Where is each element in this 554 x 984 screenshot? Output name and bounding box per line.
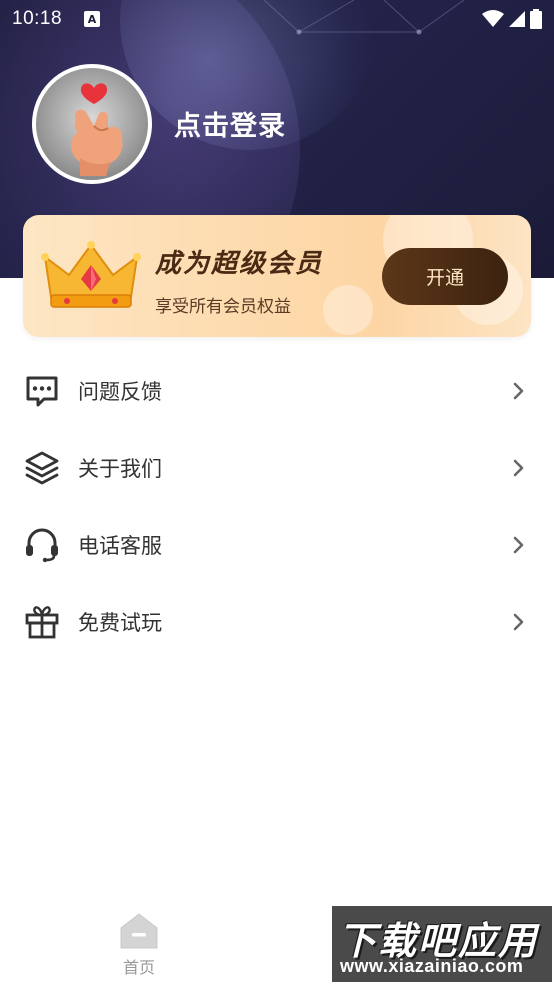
menu-item-label: 关于我们 bbox=[78, 456, 162, 481]
chevron-right-icon bbox=[513, 536, 524, 553]
wifi-icon bbox=[482, 10, 504, 27]
watermark-url: www.xiazainiao.com bbox=[340, 956, 524, 976]
menu-item-label: 问题反馈 bbox=[78, 379, 162, 404]
chevron-right-icon bbox=[513, 382, 524, 399]
nav-tab-home-label: 首页 bbox=[122, 958, 155, 977]
battery-icon bbox=[530, 9, 542, 29]
menu-item-feedback[interactable]: 问题反馈 bbox=[0, 352, 554, 429]
settings-menu: 问题反馈 关于我们 电话客服 免费试玩 bbox=[0, 352, 554, 660]
message-dots-icon bbox=[24, 373, 60, 409]
finger-heart-icon bbox=[71, 83, 123, 176]
menu-item-label: 电话客服 bbox=[78, 533, 162, 558]
menu-item-phone-support[interactable]: 电话客服 bbox=[0, 506, 554, 583]
avatar[interactable] bbox=[32, 64, 152, 184]
activate-vip-button[interactable]: 开通 bbox=[382, 248, 508, 305]
login-link[interactable]: 点击登录 bbox=[174, 104, 286, 143]
status-bar: 10:18 A bbox=[0, 0, 554, 38]
headset-icon bbox=[24, 527, 60, 563]
vip-card[interactable]: 成为超级会员 享受所有会员权益 开通 bbox=[23, 215, 531, 337]
menu-item-about[interactable]: 关于我们 bbox=[0, 429, 554, 506]
vip-card-decoration bbox=[323, 285, 373, 335]
status-time: 10:18 bbox=[12, 8, 63, 29]
signal-icon bbox=[509, 11, 525, 27]
menu-item-free-trial[interactable]: 免费试玩 bbox=[0, 583, 554, 660]
status-indicators bbox=[482, 9, 542, 29]
crown-icon bbox=[41, 241, 141, 308]
vip-title: 成为超级会员 bbox=[155, 249, 324, 279]
layers-icon bbox=[24, 450, 60, 486]
vip-subtitle: 享受所有会员权益 bbox=[155, 297, 291, 317]
chevron-right-icon bbox=[513, 459, 524, 476]
watermark: 下载吧应用 www.xiazainiao.com bbox=[332, 906, 552, 982]
menu-item-label: 免费试玩 bbox=[78, 610, 162, 635]
notification-icon: A bbox=[84, 11, 101, 27]
gift-icon bbox=[24, 604, 60, 640]
nav-tab-home[interactable]: 首页 bbox=[108, 912, 170, 980]
home-icon bbox=[120, 913, 158, 949]
chevron-right-icon bbox=[513, 613, 524, 630]
